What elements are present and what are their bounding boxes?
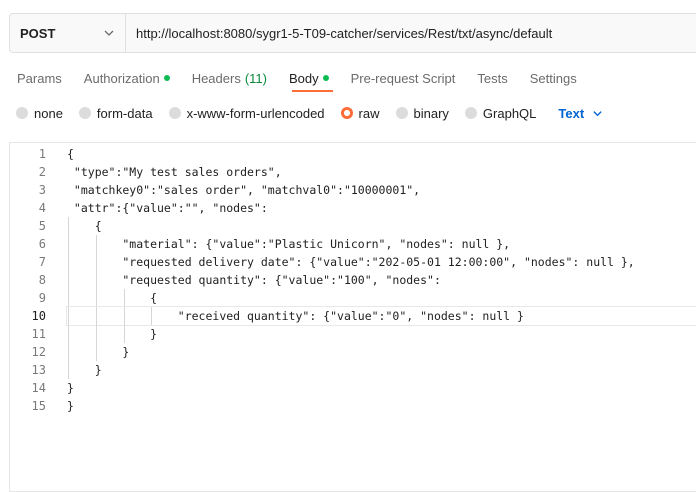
radio-label: x-www-form-urlencoded — [186, 105, 325, 121]
indent-guide — [123, 307, 125, 325]
line-number: 4 — [38, 201, 46, 215]
code-line: } — [67, 381, 74, 395]
tab-params[interactable]: Params — [17, 71, 62, 86]
code-line: "received quantity": {"value":"0", "node… — [66, 306, 696, 326]
radio-graphql[interactable]: GraphQL — [464, 105, 537, 121]
tab-settings[interactable]: Settings — [530, 71, 577, 86]
indent-guide — [123, 325, 125, 343]
tab-label: Body — [288, 70, 319, 86]
request-tabs: Params Authorization Headers (11) Body Pr… — [17, 68, 599, 88]
tab-label: Tests — [477, 70, 508, 86]
indent-guide — [68, 325, 69, 343]
line-number: 11 — [31, 327, 46, 341]
code-line: { — [67, 147, 74, 161]
radio-label: binary — [413, 105, 449, 121]
tab-label: Headers — [191, 70, 241, 86]
line-number: 2 — [38, 165, 46, 179]
status-dot-icon — [163, 75, 170, 81]
line-number: 7 — [38, 255, 46, 269]
indent-guide — [68, 271, 69, 289]
radio-circle-icon — [78, 107, 91, 119]
code-line: "material": {"value":"Plastic Unicorn", … — [67, 235, 511, 253]
code-line: "matchkey0":"sales order", "matchval0":"… — [67, 183, 421, 197]
radio-circle-icon — [395, 107, 408, 119]
radio-circle-icon — [464, 107, 477, 119]
indent-guide — [68, 253, 69, 271]
indent-guide — [95, 325, 97, 343]
indent-guide — [68, 235, 69, 253]
tab-label: Authorization — [83, 70, 160, 86]
tab-body[interactable]: Body — [289, 71, 329, 86]
code-line: { — [67, 217, 102, 235]
radio-raw[interactable]: raw — [340, 105, 380, 121]
line-number: 12 — [31, 345, 46, 359]
code-line: "type":"My test sales orders", — [67, 165, 282, 179]
code-line: "requested quantity": {"value":"100", "n… — [67, 271, 441, 289]
tab-tests[interactable]: Tests — [477, 71, 507, 86]
radio-form-data[interactable]: form-data — [78, 105, 153, 121]
language-label: Text — [558, 105, 585, 121]
indent-guide — [95, 235, 97, 253]
radio-selected-icon — [340, 107, 353, 119]
radio-none[interactable]: none — [16, 106, 63, 121]
headers-count: (11) — [244, 70, 267, 86]
language-select[interactable]: Text — [558, 106, 603, 121]
line-number: 5 — [38, 219, 46, 233]
line-number: 8 — [38, 273, 46, 287]
code-line: "attr":{"value":"", "nodes": — [67, 201, 268, 215]
indent-guide — [95, 343, 97, 361]
radio-circle-icon — [16, 107, 28, 119]
line-number: 14 — [31, 381, 46, 395]
line-number: 15 — [31, 399, 46, 413]
indent-guide — [123, 289, 125, 307]
method-label: POST — [20, 25, 56, 41]
code-line: } — [67, 361, 102, 379]
code-line: } — [67, 343, 130, 361]
indent-guide — [95, 289, 97, 307]
indent-guide — [68, 343, 69, 361]
radio-label: raw — [358, 105, 380, 121]
radio-binary[interactable]: binary — [395, 105, 449, 121]
code-line: "requested delivery date": {"value":"202… — [67, 253, 635, 271]
radio-label: none — [34, 105, 63, 121]
request-url-bar: POST http://localhost:8080/sygr1-5-T09-c… — [9, 13, 696, 53]
code-area[interactable]: { "type":"My test sales orders", "matchk… — [66, 145, 696, 415]
line-number: 9 — [38, 291, 46, 305]
tab-pre-request-script[interactable]: Pre-request Script — [351, 71, 456, 86]
indent-guide — [68, 361, 69, 379]
url-input[interactable]: http://localhost:8080/sygr1-5-T09-catche… — [126, 26, 552, 41]
radio-x-www-form-urlencoded[interactable]: x-www-form-urlencoded — [168, 105, 325, 121]
chevron-down-icon — [104, 30, 114, 36]
body-editor[interactable]: 1 2 3 4 5 6 7 8 9 10 11 12 13 14 15 { "type":"My test … — [9, 142, 696, 492]
indent-guide — [151, 307, 153, 325]
status-dot-icon — [322, 75, 329, 81]
indent-guide — [95, 271, 97, 289]
indent-guide — [68, 307, 69, 325]
radio-label: form-data — [96, 105, 153, 121]
tab-label: Settings — [529, 70, 577, 86]
method-select[interactable]: POST — [10, 14, 126, 52]
code-line: } — [67, 399, 74, 413]
indent-guide — [95, 307, 97, 325]
line-number: 3 — [38, 183, 46, 197]
tab-label: Params — [17, 70, 62, 86]
code-line: } — [67, 325, 158, 343]
line-number: 13 — [31, 363, 46, 377]
line-number-gutter: 1 2 3 4 5 6 7 8 9 10 11 12 13 14 15 — [10, 145, 56, 415]
indent-guide — [68, 217, 69, 235]
code-line: { — [67, 289, 158, 307]
tab-label: Pre-request Script — [350, 70, 456, 86]
line-number: 1 — [38, 147, 46, 161]
radio-label: GraphQL — [482, 105, 537, 121]
radio-circle-icon — [168, 107, 181, 119]
body-type-selector: none form-data x-www-form-urlencoded raw… — [16, 104, 603, 122]
indent-guide — [68, 289, 69, 307]
line-number: 6 — [38, 237, 46, 251]
tab-headers[interactable]: Headers (11) — [192, 71, 267, 86]
line-number: 10 — [31, 309, 46, 323]
indent-guide — [95, 253, 97, 271]
active-tab-indicator — [292, 90, 333, 92]
chevron-down-icon — [593, 110, 602, 116]
tab-authorization[interactable]: Authorization — [84, 71, 170, 86]
